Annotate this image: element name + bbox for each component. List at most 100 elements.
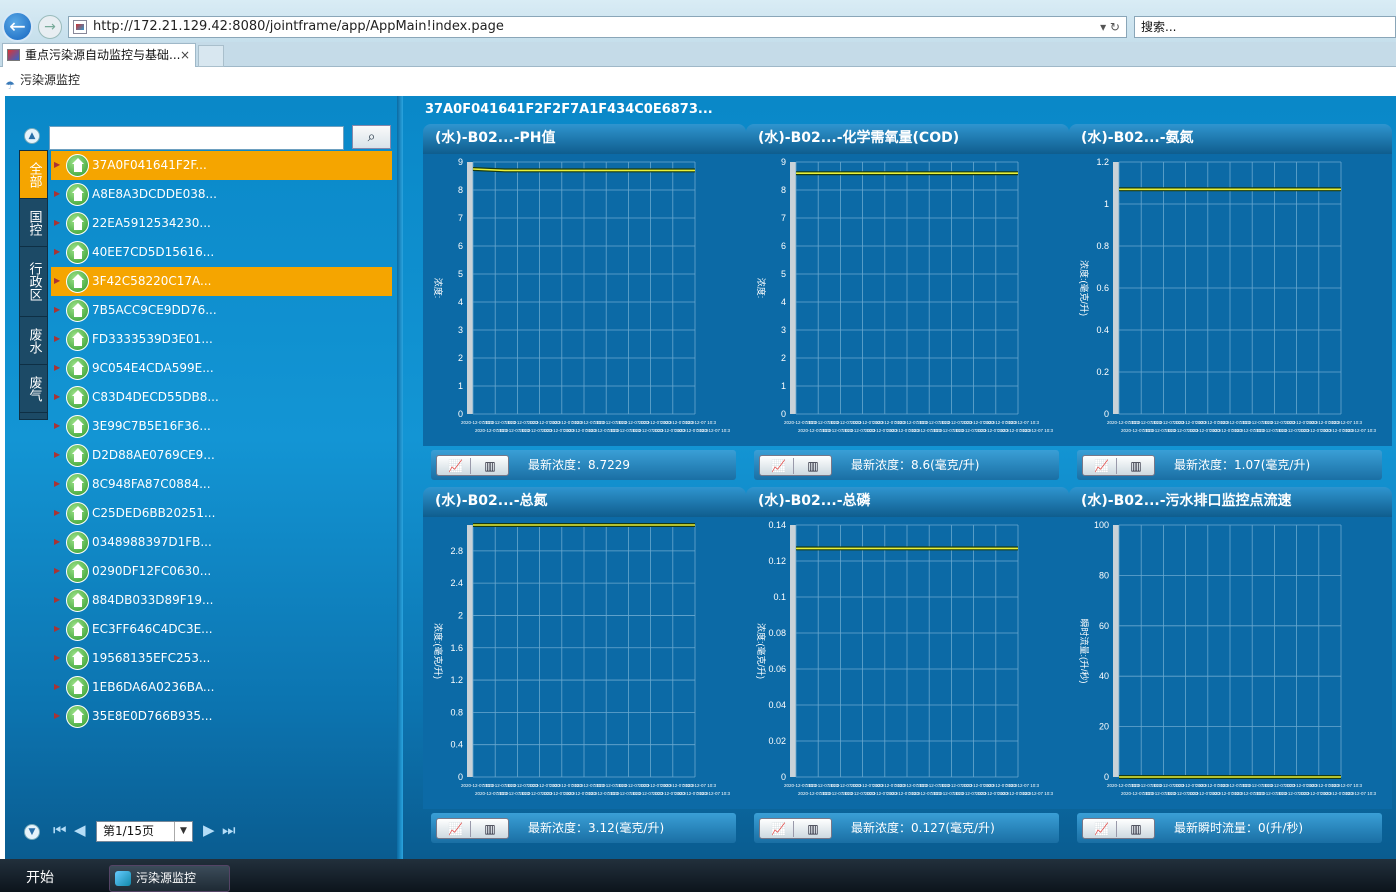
expand-arrow-icon[interactable]: ▶ [54,586,60,614]
expand-arrow-icon[interactable]: ▶ [54,267,60,295]
expand-arrow-icon[interactable]: ▶ [54,557,60,585]
expand-arrow-icon[interactable]: ▶ [54,296,60,324]
line-chart-icon[interactable]: 📈 [764,821,794,837]
tree-item[interactable]: ▶ 7B5ACC9CE9DD76... [51,296,392,325]
expand-arrow-icon[interactable]: ▶ [54,209,60,237]
view-toggle: 📈 ▥ [1082,455,1155,476]
table-view-icon[interactable]: ▥ [798,821,828,837]
line-chart-icon[interactable]: 📈 [764,458,794,474]
category-tab[interactable]: 全部 [20,151,47,199]
y-tick-label: 0.14 [768,520,786,530]
browser-tab[interactable]: 重点污染源自动监控与基础... × [2,43,196,67]
y-tick-label: 0 [458,409,463,419]
first-page-icon[interactable]: ⏮ [53,821,67,839]
back-button[interactable]: ← [2,11,33,42]
last-page-icon[interactable]: ⏭ [222,821,236,839]
station-home-icon [66,212,89,235]
table-view-icon[interactable]: ▥ [475,458,505,474]
tree-item[interactable]: ▶ 0290DF12FC0630... [51,557,392,586]
tree-item[interactable]: ▶ C25DED6BB20251... [51,499,392,528]
new-tab-button[interactable] [198,45,224,67]
view-toggle: 📈 ▥ [759,818,832,839]
tree-item[interactable]: ▶ 35E8E0D766B935... [51,702,392,731]
tree-item[interactable]: ▶ D2D88AE0769CE9... [51,441,392,470]
tree-item[interactable]: ▶ FD3333539D3E01... [51,325,392,354]
expand-arrow-icon[interactable]: ▶ [54,644,60,672]
page-select[interactable]: 第1/15页 ▼ [96,821,193,842]
chart-panel: (水)-B02...-总氮 0 0.4 0.8 1.2 1.6 2 2.4 2.8 浓度:(毫克/… [423,487,746,849]
tree-item[interactable]: ▶ 3F42C58220C17A... [51,267,392,296]
table-view-icon[interactable]: ▥ [1121,821,1151,837]
tree-item[interactable]: ▶ 884DB033D89F19... [51,586,392,615]
line-chart-icon[interactable]: 📈 [441,821,471,837]
collapse-up-icon[interactable]: ▲ [24,128,40,144]
expand-arrow-icon[interactable]: ▶ [54,673,60,701]
taskbar-item[interactable]: 污染源监控 [109,865,230,892]
prev-page-icon[interactable]: ◀ [74,821,86,839]
tree-item[interactable]: ▶ 3E99C7B5E16F36... [51,412,392,441]
expand-arrow-icon[interactable]: ▶ [54,499,60,527]
tree-item[interactable]: ▶ C83D4DECD55DB8... [51,383,392,412]
y-tick-label: 1 [781,381,786,391]
tree-item[interactable]: ▶ EC3FF646C4DC3E... [51,615,392,644]
splitter[interactable] [397,96,403,859]
expand-arrow-icon[interactable]: ▶ [54,441,60,469]
expand-arrow-icon[interactable]: ▶ [54,238,60,266]
tree-item[interactable]: ▶ A8E8A3DCDDE038... [51,180,392,209]
taskbar-item-label: 污染源监控 [136,871,197,885]
expand-arrow-icon[interactable]: ▶ [54,615,60,643]
close-icon[interactable]: × [180,44,190,66]
x-tick-label: 2020-12-07 10:3 [683,420,717,425]
line-chart-icon[interactable]: 📈 [1087,821,1117,837]
y-axis-label: 浓度:(毫克/升) [756,623,767,679]
line-chart-icon[interactable]: 📈 [1087,458,1117,474]
search-button[interactable]: ⌕ [352,125,391,149]
forward-button[interactable]: → [38,15,62,39]
expand-arrow-icon[interactable]: ▶ [54,383,60,411]
y-axis-label: 浓度:(毫克/升) [433,623,444,679]
y-tick-label: 0.4 [450,740,463,750]
view-toggle: 📈 ▥ [436,818,509,839]
tree-item[interactable]: ▶ 9C054E4CDA599E... [51,354,392,383]
tree-search-input[interactable] [49,126,344,150]
expand-arrow-icon[interactable]: ▶ [54,325,60,353]
tree-item-label: 884DB033D89F19... [92,593,214,607]
tree-item[interactable]: ▶ 0348988397D1FB... [51,528,392,557]
x-tick-label: 2020-12-07 10:3 [1329,783,1363,788]
expand-arrow-icon[interactable]: ▶ [54,151,60,179]
address-bar[interactable]: http://172.21.129.42:8080/jointframe/app… [68,16,1127,38]
station-title: 37A0F041641F2F2F7A1F434C0E6873... [425,102,713,117]
table-view-icon[interactable]: ▥ [1121,458,1151,474]
tab-strip: 重点污染源自动监控与基础... × [0,42,1396,67]
category-tab[interactable]: 行政区 [20,247,47,317]
table-view-icon[interactable]: ▥ [798,458,828,474]
category-tab[interactable]: 国控 [20,199,47,247]
expand-arrow-icon[interactable]: ▶ [54,180,60,208]
tree-item[interactable]: ▶ 40EE7CD5D15616... [51,238,392,267]
tree-item[interactable]: ▶ 37A0F041641F2F... [51,151,392,180]
expand-arrow-icon[interactable]: ▶ [54,528,60,556]
search-input[interactable]: 搜索... [1134,16,1396,38]
tree-item[interactable]: ▶ 22EA5912534230... [51,209,392,238]
category-tab[interactable]: 废水 [20,317,47,365]
refresh-icon[interactable]: ▾ ↻ [1100,17,1120,37]
y-tick-label: 0.2 [1096,367,1109,377]
tree-item[interactable]: ▶ 1EB6DA6A0236BA... [51,673,392,702]
expand-arrow-icon[interactable]: ▶ [54,702,60,730]
tree-item-label: D2D88AE0769CE9... [92,448,215,462]
tree-item[interactable]: ▶ 8C948FA87C0884... [51,470,392,499]
collapse-down-icon[interactable]: ▼ [24,824,40,840]
expand-arrow-icon[interactable]: ▶ [54,354,60,382]
tree-item-label: FD3333539D3E01... [92,332,213,346]
station-home-icon [66,357,89,380]
start-button[interactable]: 开始 [26,867,54,887]
expand-arrow-icon[interactable]: ▶ [54,470,60,498]
x-tick-label: 2020-12-07 10:3 [1343,791,1377,796]
table-view-icon[interactable]: ▥ [475,821,505,837]
tree-item[interactable]: ▶ 19568135EFC253... [51,644,392,673]
line-chart-icon[interactable]: 📈 [441,458,471,474]
category-tab[interactable]: 废气 [20,365,47,413]
panel-title: (水)-B02...-化学需氧量(COD) [746,124,1069,154]
next-page-icon[interactable]: ▶ [203,821,215,839]
expand-arrow-icon[interactable]: ▶ [54,412,60,440]
